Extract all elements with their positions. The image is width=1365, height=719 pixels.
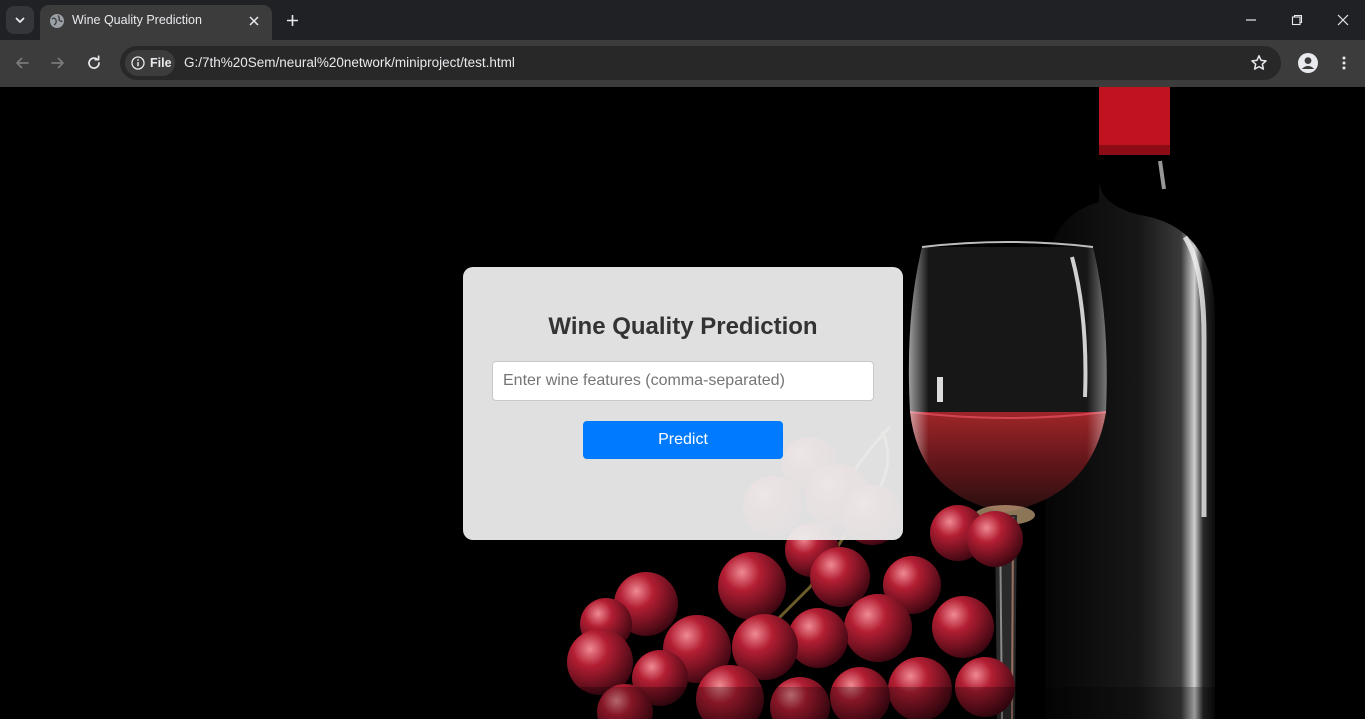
reload-button[interactable]	[79, 48, 109, 78]
new-tab-button[interactable]	[280, 7, 304, 33]
forward-button[interactable]	[43, 48, 73, 78]
bookmark-star-icon[interactable]	[1250, 54, 1268, 72]
reload-icon	[88, 55, 100, 69]
tab-active[interactable]: Wine Quality Prediction	[40, 5, 272, 40]
profile-avatar-icon	[1298, 53, 1318, 73]
minimize-icon	[1246, 19, 1256, 21]
close-icon	[1337, 14, 1349, 26]
predict-button[interactable]: Predict	[583, 421, 783, 459]
restore-button[interactable]	[1274, 0, 1320, 40]
site-chip-label: File	[150, 56, 172, 70]
address-bar[interactable]: File G:/7th%20Sem/neural%20network/minip…	[120, 46, 1281, 80]
tab-strip: Wine Quality Prediction	[0, 0, 1365, 40]
page-title: Wine Quality Prediction	[548, 313, 818, 340]
globe-icon	[50, 14, 64, 28]
restore-icon	[1291, 14, 1303, 26]
wine-features-input[interactable]	[492, 361, 874, 401]
menu-button[interactable]	[1329, 48, 1359, 78]
back-button[interactable]	[7, 48, 37, 78]
close-icon	[249, 16, 259, 26]
arrow-right-icon	[51, 57, 64, 69]
minimize-button[interactable]	[1228, 0, 1274, 40]
chevron-down-icon	[15, 17, 25, 23]
more-vert-icon	[1342, 56, 1346, 70]
profile-button[interactable]	[1293, 48, 1323, 78]
plus-icon	[286, 14, 298, 26]
page-viewport: Wine Quality Prediction Predict	[0, 87, 1365, 719]
prediction-card: Wine Quality Prediction Predict	[463, 267, 903, 540]
tab-title: Wine Quality Prediction	[72, 13, 202, 27]
browser-toolbar: File G:/7th%20Sem/neural%20network/minip…	[0, 40, 1365, 87]
close-window-button[interactable]	[1320, 0, 1365, 40]
info-icon	[131, 56, 145, 70]
url-text[interactable]: G:/7th%20Sem/neural%20network/miniprojec…	[184, 55, 515, 70]
arrow-left-icon	[16, 57, 29, 69]
browser-window: Wine Quality Prediction File G:/7th%20Se…	[0, 0, 1365, 719]
tab-search-button[interactable]	[6, 6, 34, 34]
tab-close-button[interactable]	[244, 11, 264, 31]
site-info-chip[interactable]: File	[125, 50, 175, 76]
